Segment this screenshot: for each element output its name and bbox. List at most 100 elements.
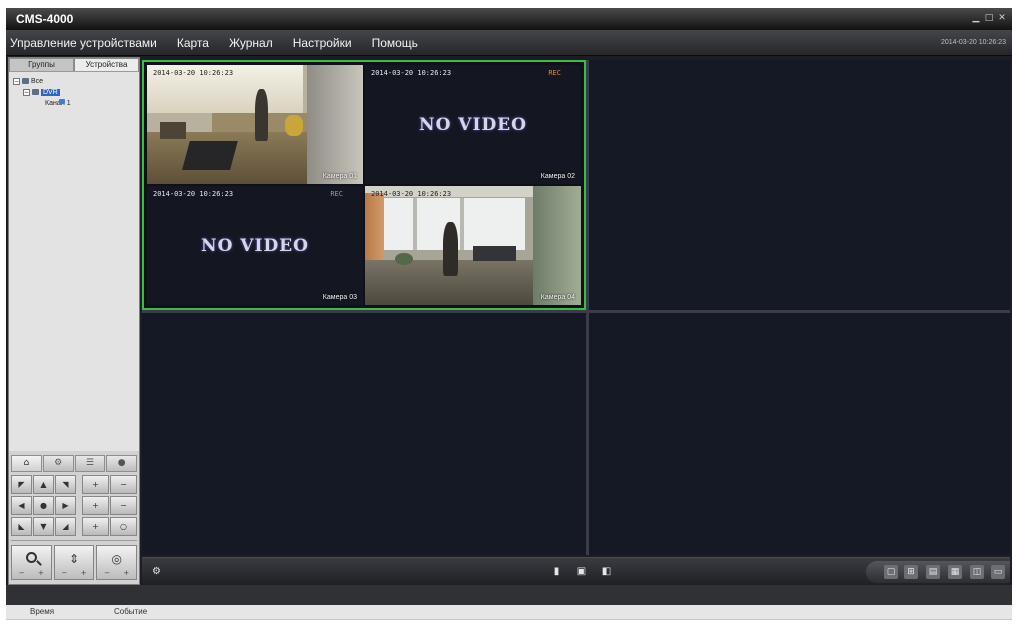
scene-wall [533, 186, 581, 305]
menu-items: Управление устройствами Карта Журнал Нас… [10, 30, 418, 56]
minimize-icon[interactable]: ▁ [971, 12, 981, 24]
ptz-focus-group: + − [82, 496, 137, 515]
menu-map[interactable]: Карта [177, 36, 209, 50]
menu-device-management[interactable]: Управление устройствами [10, 36, 157, 50]
video-area: 2014-03-20 10:26:23 Камера 01 2014-03-20… [142, 60, 1010, 555]
collapse-icon[interactable]: − [23, 88, 30, 96]
iris-open-icon[interactable]: + [82, 517, 109, 536]
camera-tile-3[interactable]: 2014-03-20 10:26:23 REC NO VIDEO Камера … [147, 186, 363, 305]
zoom-button[interactable]: − + [11, 545, 52, 580]
up-right-arrow-icon[interactable]: ◥ [55, 475, 76, 494]
status-clock: 2014-03-20 10:26:23 [941, 39, 1006, 46]
tile-camera-name: Камера 02 [540, 173, 575, 180]
layout-4-icon[interactable]: ⊞ [904, 565, 918, 579]
no-video-label: NO VIDEO [201, 235, 309, 256]
menu-help[interactable]: Помощь [372, 36, 418, 50]
log-column-event[interactable]: Событие [114, 607, 147, 616]
video-window-1-selected[interactable]: 2014-03-20 10:26:23 Камера 01 2014-03-20… [142, 60, 586, 310]
tree-device-label: DVR [41, 88, 60, 96]
focus-far-icon[interactable]: − [110, 496, 137, 515]
down-right-arrow-icon[interactable]: ◢ [55, 517, 76, 536]
collapse-icon[interactable]: − [13, 77, 20, 85]
ptz-icon[interactable]: ⌂ [11, 455, 42, 472]
tile-camera-name: Камера 01 [322, 173, 357, 180]
tree-channel[interactable]: Канал 1 [45, 98, 71, 108]
rec-indicator: REC [330, 190, 343, 198]
tree-channel-label: Канал 1 [45, 99, 71, 107]
menu-settings[interactable]: Настройки [293, 36, 352, 50]
iris-close-icon[interactable]: ○ [110, 517, 137, 536]
maximize-icon[interactable]: □ [984, 12, 994, 24]
scene-curtain [365, 193, 385, 265]
window-controls: ▁ □ ✕ [971, 12, 1007, 24]
scene-wall [306, 65, 363, 184]
focus-near-icon[interactable]: + [82, 496, 109, 515]
list-icon[interactable]: ☰ [74, 455, 106, 472]
video-window-2[interactable] [589, 60, 1010, 310]
scene-monitors [473, 245, 517, 261]
snapshot-icon[interactable]: ▣ [575, 565, 588, 578]
record-icon[interactable]: ● [106, 455, 137, 472]
tab-devices[interactable]: Устройства [74, 58, 139, 71]
layout-16-icon[interactable]: ▦ [948, 565, 962, 579]
tab-groups[interactable]: Группы [9, 58, 74, 71]
scene-window-frame [460, 197, 465, 251]
video-window-4[interactable] [589, 313, 1010, 555]
ptz-direction-group: ◣ ▼ ◢ [11, 517, 76, 536]
ptz-direction-group: ◀ ● ▶ [11, 496, 76, 515]
ptz-direction-group: ◤ ▲ ◥ [11, 475, 76, 494]
stop-all-icon[interactable]: ▮ [550, 565, 563, 578]
ptz-panel: ⌂ ⚙ ☰ ● ◤ ▲ ◥ + − ◀ ● ▶ + − ◣ ▼ ◢ + ○ − … [9, 455, 139, 584]
layout-1-icon[interactable]: ▢ [884, 565, 898, 579]
fullscreen-icon[interactable]: ◫ [970, 565, 984, 579]
up-arrow-icon[interactable]: ▲ [33, 475, 54, 494]
zoom-sub-icons: − + [18, 569, 44, 577]
scene-window-frame [412, 197, 417, 251]
tile-camera-name: Камера 03 [322, 294, 357, 301]
iris-button[interactable]: ◎ − + [96, 545, 138, 580]
title-bar[interactable]: CMS-4000 ▁ □ ✕ [6, 8, 1012, 30]
window-title: CMS-4000 [16, 12, 74, 26]
zoom-in-icon[interactable]: + [82, 475, 109, 494]
dvr-icon [32, 89, 39, 95]
log-list[interactable] [6, 620, 1012, 639]
app-window: CMS-4000 ▁ □ ✕ Управление устройствами К… [6, 8, 1012, 639]
up-left-arrow-icon[interactable]: ◤ [11, 475, 32, 494]
down-left-arrow-icon[interactable]: ◣ [11, 517, 32, 536]
ptz-row-2: ◀ ● ▶ + − [11, 496, 137, 515]
camera-tile-4[interactable]: 2014-03-20 10:26:23 Камера 04 [365, 186, 581, 305]
settings-icon[interactable]: ⚙ [150, 565, 163, 578]
left-arrow-icon[interactable]: ◀ [11, 496, 32, 515]
scene-laptop [182, 141, 238, 170]
tree-root[interactable]: − Все [13, 76, 43, 86]
tree-device[interactable]: − DVR [23, 87, 60, 97]
layout-9-icon[interactable]: ▤ [926, 565, 940, 579]
settings-icon[interactable]: ⚙ [42, 455, 74, 472]
close-icon[interactable]: ✕ [997, 12, 1007, 24]
ptz-row-3: ◣ ▼ ◢ + ○ [11, 517, 137, 536]
ptz-iris-group: + ○ [82, 517, 137, 536]
sequence-icon[interactable]: ▭ [991, 565, 1005, 579]
record-icon[interactable]: ◧ [600, 565, 613, 578]
focus-button[interactable]: ⇕ − + [53, 545, 95, 580]
down-arrow-icon[interactable]: ▼ [33, 517, 54, 536]
camera-tile-2[interactable]: 2014-03-20 10:26:23 REC NO VIDEO Камера … [365, 65, 581, 184]
scene-plant [395, 252, 413, 265]
scene-person [255, 88, 268, 142]
right-arrow-icon[interactable]: ▶ [55, 496, 76, 515]
log-column-time[interactable]: Время [30, 607, 54, 616]
menu-bar: Управление устройствами Карта Журнал Нас… [6, 30, 1012, 56]
menu-log[interactable]: Журнал [229, 36, 273, 50]
scene-person [442, 221, 458, 277]
ptz-row-1: ◤ ▲ ◥ + − [11, 475, 137, 494]
folder-icon [22, 78, 29, 84]
tile-timestamp: 2014-03-20 10:26:23 [153, 190, 234, 198]
focus-sub-icons: − + [61, 569, 87, 577]
ptz-tabs: ⌂ ⚙ ☰ ● [11, 455, 137, 472]
iris-icon: ◎ [111, 552, 122, 566]
video-window-3[interactable] [142, 313, 586, 555]
zoom-out-icon[interactable]: − [110, 475, 137, 494]
camera-tile-1[interactable]: 2014-03-20 10:26:23 Камера 01 [147, 65, 363, 184]
center-icon[interactable]: ● [33, 496, 54, 515]
focus-icon: ⇕ [68, 552, 80, 566]
